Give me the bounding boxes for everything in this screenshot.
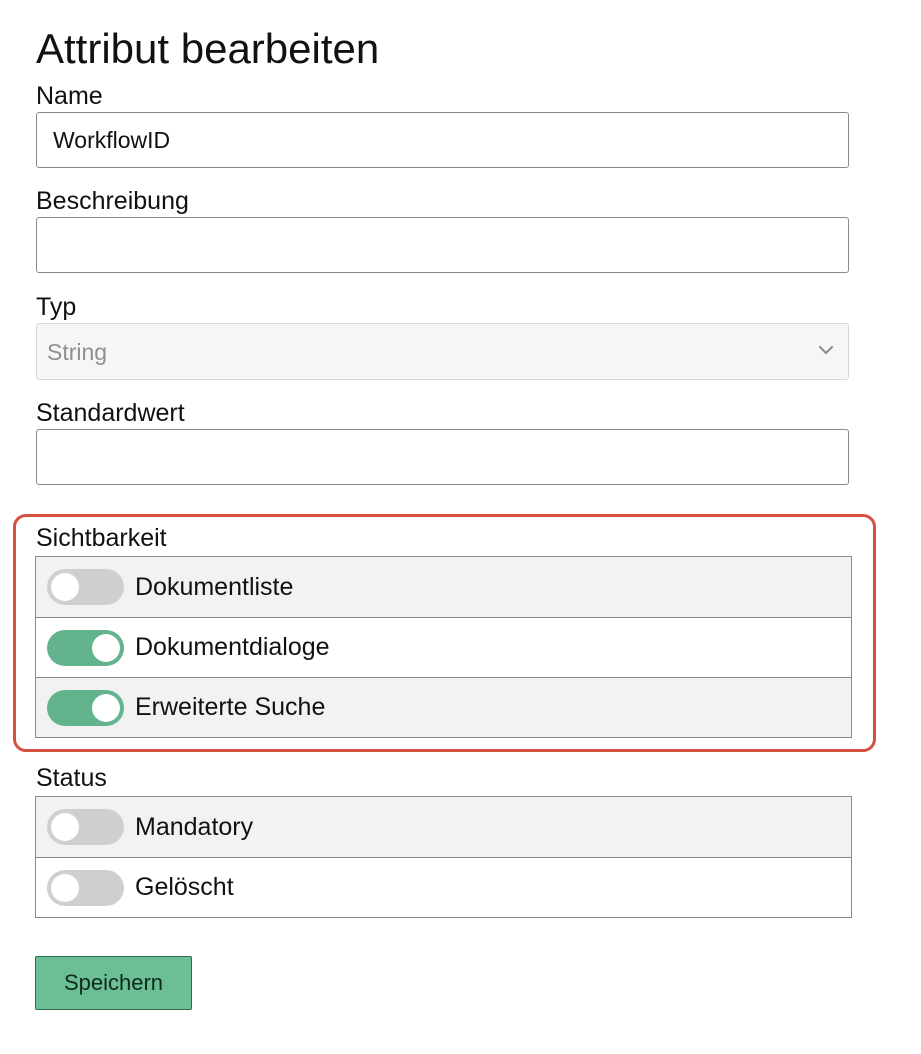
toggle-knob <box>51 873 79 902</box>
status-row-deleted: Gelöscht <box>36 857 851 917</box>
advanced-search-toggle[interactable] <box>47 689 124 726</box>
type-select-value: String <box>47 339 108 365</box>
description-input[interactable] <box>36 217 849 273</box>
description-label: Beschreibung <box>36 187 189 215</box>
save-button[interactable]: Speichern <box>35 956 192 1010</box>
toggle-knob <box>51 813 79 841</box>
document-dialogs-toggle[interactable] <box>47 629 124 666</box>
document-list-toggle[interactable] <box>47 569 124 605</box>
visibility-row-document-list: Dokumentliste <box>36 557 851 617</box>
page-title: Attribut bearbeiten <box>36 25 380 72</box>
default-value-label: Standardwert <box>36 399 185 427</box>
mandatory-toggle[interactable] <box>47 809 124 845</box>
toggle-knob <box>51 573 79 601</box>
visibility-toggle-list: Dokumentliste Dokumentdialoge Erweiterte… <box>35 556 852 738</box>
name-input[interactable] <box>36 112 849 168</box>
type-label: Typ <box>36 293 77 321</box>
edit-attribute-form: Attribut bearbeiten Name Beschreibung Ty… <box>36 18 852 485</box>
deleted-toggle[interactable] <box>47 869 124 906</box>
toggle-knob <box>92 633 120 662</box>
document-list-label: Dokumentliste <box>135 572 294 601</box>
deleted-label: Gelöscht <box>135 873 234 901</box>
type-select[interactable]: String <box>36 323 849 380</box>
status-toggle-list: Mandatory Gelöscht <box>35 796 852 918</box>
status-row-mandatory: Mandatory <box>36 797 851 857</box>
mandatory-label: Mandatory <box>135 812 254 841</box>
document-dialogs-label: Dokumentdialoge <box>135 633 330 661</box>
advanced-search-label: Erweiterte Suche <box>135 693 326 721</box>
visibility-row-advanced-search: Erweiterte Suche <box>36 677 851 737</box>
name-label: Name <box>36 82 103 110</box>
visibility-label: Sichtbarkeit <box>36 524 167 552</box>
chevron-down-icon <box>819 346 833 354</box>
toggle-knob <box>92 693 120 722</box>
default-value-input[interactable] <box>36 429 849 485</box>
status-label: Status <box>36 764 107 792</box>
visibility-row-document-dialogs: Dokumentdialoge <box>36 617 851 677</box>
